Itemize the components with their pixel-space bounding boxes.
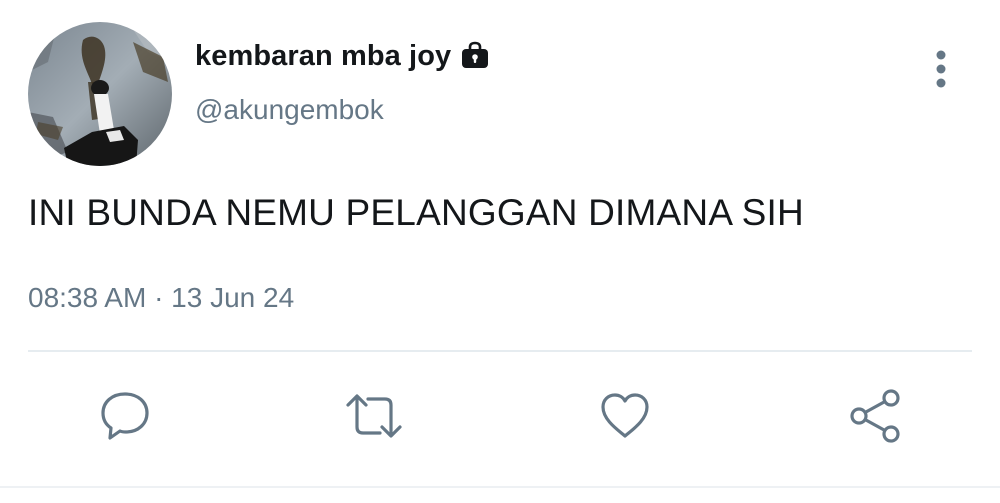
reply-icon bbox=[98, 389, 152, 448]
lock-icon bbox=[459, 40, 491, 72]
display-name-row: kembaran mba joy bbox=[195, 36, 491, 76]
retweet-icon bbox=[344, 389, 404, 448]
avatar[interactable] bbox=[28, 22, 172, 166]
tweet-detail: kembaran mba joy @akungembok INI BUNDA N… bbox=[0, 0, 1000, 503]
divider bbox=[28, 350, 972, 352]
user-handle[interactable]: @akungembok bbox=[195, 94, 384, 126]
share-button[interactable] bbox=[847, 388, 903, 449]
heart-icon bbox=[598, 389, 652, 448]
tweet-timestamp[interactable]: 08:38 AM · 13 Jun 24 bbox=[28, 282, 294, 314]
retweet-button[interactable] bbox=[346, 390, 402, 446]
reply-button[interactable] bbox=[97, 390, 153, 446]
like-button[interactable] bbox=[597, 390, 653, 446]
display-name[interactable]: kembaran mba joy bbox=[195, 40, 451, 73]
share-icon bbox=[847, 388, 903, 449]
vertical-dots-icon[interactable] bbox=[926, 48, 956, 90]
tweet-text: INI BUNDA NEMU PELANGGAN DIMANA SIH bbox=[28, 192, 804, 233]
bottom-divider bbox=[0, 486, 1000, 488]
